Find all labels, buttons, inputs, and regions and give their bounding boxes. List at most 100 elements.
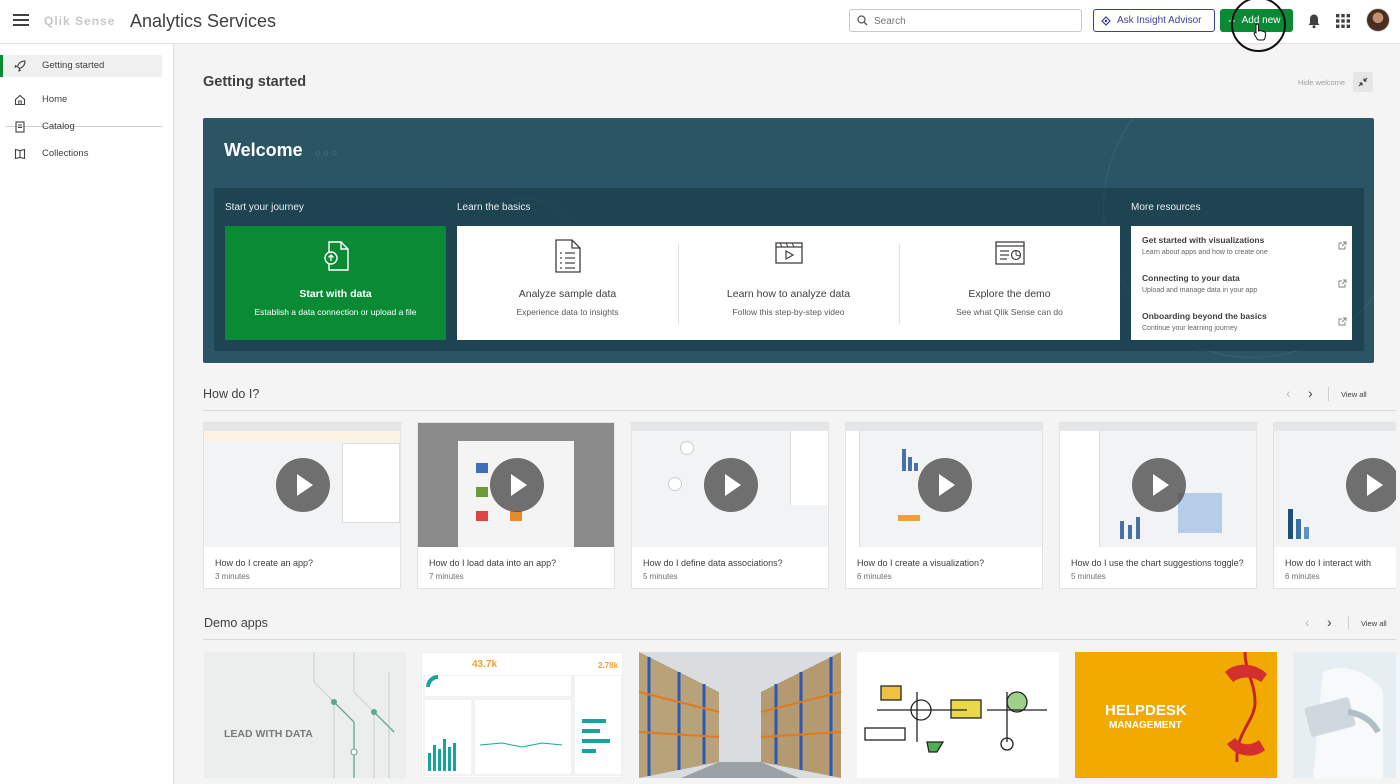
upload-file-icon: [324, 241, 349, 271]
video-card-create-app[interactable]: How do I create an app? 3 minutes: [203, 422, 401, 589]
collapse-welcome-button[interactable]: [1353, 72, 1373, 92]
sidebar-item-collections[interactable]: Collections: [0, 143, 162, 165]
video-thumbnail: [204, 423, 400, 547]
demo-apps-next-button[interactable]: ›: [1327, 614, 1332, 630]
explore-demo-item[interactable]: Explore the demo See what Qlik Sense can…: [899, 226, 1120, 340]
play-icon: [704, 458, 758, 512]
how-do-i-next-button[interactable]: ›: [1308, 385, 1313, 401]
video-title: How do I load data into an app?: [429, 558, 557, 568]
learn-analyze-data-item[interactable]: Learn how to analyze data Follow this st…: [678, 226, 899, 340]
learn-basics-card: Analyze sample data Experience data to i…: [457, 226, 1120, 340]
demo-apps-view-all-link[interactable]: View all: [1361, 619, 1387, 628]
kpi-value: 2.78k: [598, 661, 619, 670]
video-duration: 5 minutes: [1071, 572, 1106, 581]
dashboard-icon: [995, 241, 1025, 265]
top-bar: Qlik Sense Analytics Services Ask Insigh…: [0, 0, 1400, 52]
resource-link-connecting-data[interactable]: Connecting to your data Upload and manag…: [1142, 273, 1347, 303]
section-divider: [203, 410, 1396, 411]
resource-subtitle: Upload and manage data in your app: [1142, 287, 1258, 294]
decorative-dots: ○○○: [315, 148, 341, 158]
divider: [1348, 616, 1349, 630]
video-title: How do I use the chart suggestions toggl…: [1071, 558, 1244, 568]
video-title: How do I interact with: [1285, 558, 1372, 568]
more-resources-heading: More resources: [1131, 202, 1201, 213]
mini-dashboard-graphic: [423, 675, 622, 776]
helpdesk-title: HELPDESK: [1105, 702, 1187, 719]
video-title: How do I create an app?: [215, 558, 314, 568]
add-new-label: Add new: [1241, 15, 1281, 26]
search-icon: [857, 15, 868, 26]
page-title: Getting started: [203, 74, 307, 90]
learn-basics-heading: Learn the basics: [457, 202, 531, 213]
video-thumbnail: [632, 423, 828, 547]
sidebar-item-getting-started[interactable]: Getting started: [0, 55, 162, 77]
sidebar-item-label: Collections: [42, 148, 89, 159]
analyze-sample-data-item[interactable]: Analyze sample data Experience data to i…: [457, 226, 678, 340]
start-with-data-subtitle: Establish a data connection or upload a …: [254, 307, 417, 317]
app-launcher-grid-icon[interactable]: [1336, 14, 1350, 28]
welcome-panel: Welcome ○○○ Start your journey Learn the…: [203, 118, 1374, 363]
logistics-illustration: [864, 685, 1047, 753]
notifications-bell-icon[interactable]: [1307, 13, 1321, 29]
resource-subtitle: Continue your learning journey: [1142, 325, 1238, 332]
brand-logo: Qlik Sense: [44, 14, 116, 28]
video-card-load-data[interactable]: How do I load data into an app? 7 minute…: [417, 422, 615, 589]
search-input[interactable]: [874, 13, 1074, 29]
resource-title: Get started with visualizations: [1142, 235, 1265, 245]
add-new-button[interactable]: + Add new: [1220, 9, 1293, 32]
menu-icon[interactable]: [13, 14, 29, 28]
demo-app-warehouse[interactable]: [639, 652, 841, 778]
how-do-i-prev-button[interactable]: ‹: [1286, 385, 1291, 401]
demo-app-healthcare[interactable]: [1293, 652, 1396, 778]
video-duration: 5 minutes: [643, 572, 678, 581]
how-do-i-view-all-link[interactable]: View all: [1341, 390, 1367, 399]
rocket-icon: [14, 60, 26, 72]
video-thumbnail: [1060, 423, 1256, 547]
play-icon: [1132, 458, 1186, 512]
ask-insight-advisor-button[interactable]: Ask Insight Advisor: [1093, 9, 1215, 32]
start-with-data-card[interactable]: Start with data Establish a data connect…: [225, 226, 446, 340]
insight-advisor-icon: [1101, 15, 1111, 26]
user-avatar[interactable]: [1366, 8, 1390, 32]
video-thumbnail: [846, 423, 1042, 547]
bookmark-icon: [14, 148, 26, 160]
video-duration: 6 minutes: [857, 572, 892, 581]
video-player-icon: [775, 242, 803, 264]
home-icon: [14, 94, 26, 106]
how-do-i-heading: How do I?: [203, 387, 260, 401]
demo-apps-prev-button[interactable]: ‹: [1305, 614, 1310, 630]
external-link-icon: [1338, 241, 1347, 250]
resource-title: Onboarding beyond the basics: [1142, 311, 1267, 321]
more-resources-card: Get started with visualizations Learn ab…: [1131, 226, 1352, 340]
explore-demo-subtitle: See what Qlik Sense can do: [956, 307, 1063, 317]
divider: [1328, 387, 1329, 401]
demo-app-helpdesk[interactable]: HELPDESK MANAGEMENT: [1075, 652, 1277, 778]
circuit-lines-graphic: [313, 652, 395, 778]
app-title: Analytics Services: [130, 11, 277, 31]
learn-analyze-data-subtitle: Follow this step-by-step video: [732, 307, 845, 317]
video-card-interact[interactable]: How do I interact with 6 minutes: [1273, 422, 1396, 589]
video-duration: 3 minutes: [215, 572, 250, 581]
plus-icon: +: [1228, 12, 1236, 28]
sidebar-item-catalog[interactable]: Catalog: [0, 116, 162, 138]
video-card-create-visualization[interactable]: How do I create a visualization? 6 minut…: [845, 422, 1043, 589]
lead-with-data-text: LEAD WITH DATA: [224, 728, 313, 740]
section-divider: [203, 639, 1396, 640]
video-card-chart-suggestions[interactable]: How do I use the chart suggestions toggl…: [1059, 422, 1257, 589]
hide-welcome-link[interactable]: Hide welcome: [1298, 78, 1345, 87]
play-icon: [276, 458, 330, 512]
video-thumbnail: [418, 423, 614, 547]
search-box[interactable]: [849, 9, 1082, 32]
explore-demo-title: Explore the demo: [968, 288, 1051, 300]
sidebar-item-label: Home: [42, 94, 68, 105]
demo-app-logistics[interactable]: [857, 652, 1059, 778]
video-title: How do I define data associations?: [643, 558, 783, 568]
resource-link-onboarding[interactable]: Onboarding beyond the basics Continue yo…: [1142, 311, 1347, 341]
kpi-value: 43.7k: [472, 659, 498, 670]
resource-link-visualizations[interactable]: Get started with visualizations Learn ab…: [1142, 235, 1347, 265]
demo-app-sales-dashboard[interactable]: 43.7k 2.78k: [421, 652, 623, 778]
demo-apps-heading: Demo apps: [204, 616, 268, 630]
video-card-data-associations[interactable]: How do I define data associations? 5 min…: [631, 422, 829, 589]
demo-app-lead-with-data[interactable]: LEAD WITH DATA: [204, 652, 406, 778]
sidebar-item-home[interactable]: Home: [0, 89, 162, 111]
